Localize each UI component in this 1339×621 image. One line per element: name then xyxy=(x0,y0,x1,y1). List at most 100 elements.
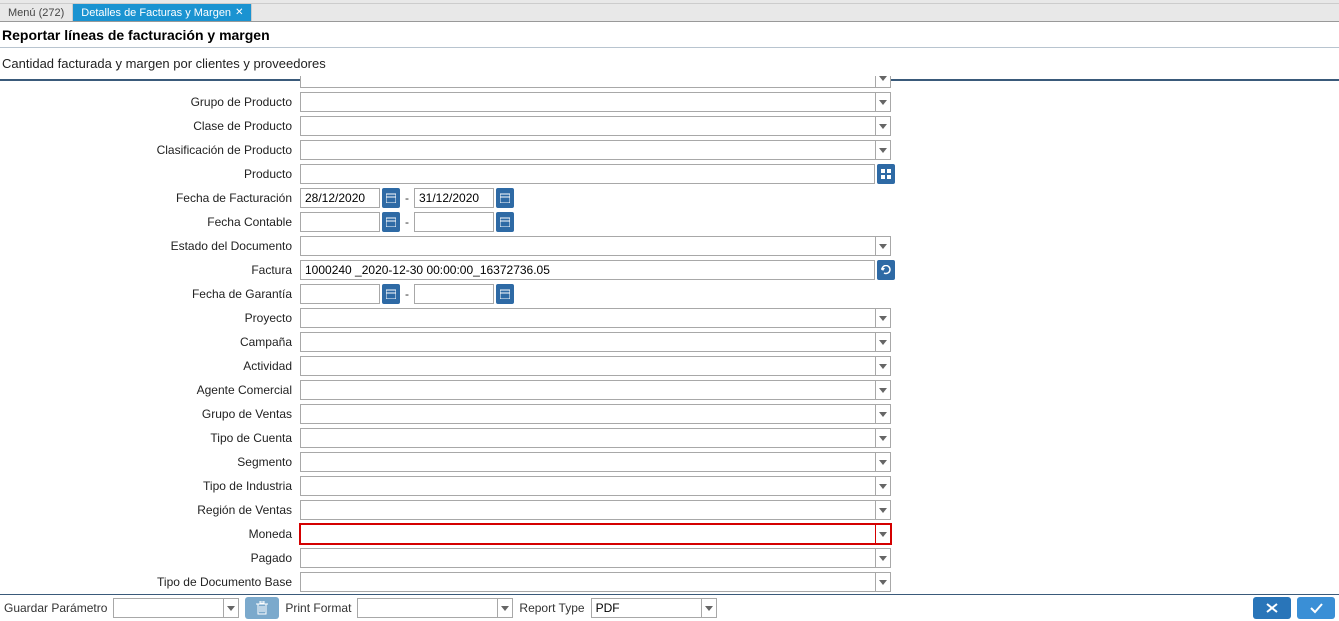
chevron-down-icon[interactable] xyxy=(875,380,891,400)
agente-comercial-input[interactable] xyxy=(300,380,875,400)
estado-documento-label: Estado del Documento xyxy=(0,239,300,253)
campana-input[interactable] xyxy=(300,332,875,352)
grupo-producto-input[interactable] xyxy=(300,92,875,112)
factura-input[interactable] xyxy=(300,260,875,280)
print-format-input[interactable] xyxy=(357,598,497,618)
segmento-input[interactable] xyxy=(300,452,875,472)
fecha-garantia-from[interactable] xyxy=(300,284,380,304)
form-row-actividad: Actividad xyxy=(0,354,1339,378)
date-separator: - xyxy=(402,191,412,205)
clasificacion-producto-input[interactable] xyxy=(300,140,875,160)
tipo-cuenta-label: Tipo de Cuenta xyxy=(0,431,300,445)
fecha-contable-to[interactable] xyxy=(414,212,494,232)
tipo-industria-label: Tipo de Industria xyxy=(0,479,300,493)
form-row-tipo-industria: Tipo de Industria xyxy=(0,474,1339,498)
form-row-clasificacion-producto: Clasificación de Producto xyxy=(0,138,1339,162)
chevron-down-icon[interactable] xyxy=(701,598,717,618)
date-separator: - xyxy=(402,287,412,301)
print-format-label: Print Format xyxy=(285,601,351,615)
chevron-down-icon[interactable] xyxy=(875,356,891,376)
partial-input[interactable] xyxy=(300,76,875,88)
calendar-icon[interactable] xyxy=(496,212,514,232)
bottom-bar: Guardar Parámetro Print Format Report Ty… xyxy=(0,594,1339,621)
agente-comercial-label: Agente Comercial xyxy=(0,383,300,397)
form-row-campana: Campaña xyxy=(0,330,1339,354)
form-row-producto: Producto xyxy=(0,162,1339,186)
form-row-fecha-facturacion: Fecha de Facturación - xyxy=(0,186,1339,210)
actividad-input[interactable] xyxy=(300,356,875,376)
chevron-down-icon[interactable] xyxy=(875,116,891,136)
fecha-facturacion-to[interactable] xyxy=(414,188,494,208)
producto-input[interactable] xyxy=(300,164,875,184)
fecha-contable-from[interactable] xyxy=(300,212,380,232)
form-row-grupo-producto: Grupo de Producto xyxy=(0,90,1339,114)
fecha-garantia-to[interactable] xyxy=(414,284,494,304)
proyecto-input[interactable] xyxy=(300,308,875,328)
form-row-grupo-ventas: Grupo de Ventas xyxy=(0,402,1339,426)
estado-documento-input[interactable] xyxy=(300,236,875,256)
producto-label: Producto xyxy=(0,167,300,181)
chevron-down-icon[interactable] xyxy=(875,236,891,256)
form-row-factura: Factura xyxy=(0,258,1339,282)
form-row-estado-documento: Estado del Documento xyxy=(0,234,1339,258)
form-row-segmento: Segmento xyxy=(0,450,1339,474)
grupo-ventas-label: Grupo de Ventas xyxy=(0,407,300,421)
cancel-button[interactable] xyxy=(1253,597,1291,619)
chevron-down-icon[interactable] xyxy=(875,332,891,352)
calendar-icon[interactable] xyxy=(382,284,400,304)
calendar-icon[interactable] xyxy=(382,212,400,232)
clase-producto-label: Clase de Producto xyxy=(0,119,300,133)
confirm-button[interactable] xyxy=(1297,597,1335,619)
chevron-down-icon[interactable] xyxy=(875,524,891,544)
moneda-input[interactable] xyxy=(300,524,875,544)
region-ventas-input[interactable] xyxy=(300,500,875,520)
calendar-icon[interactable] xyxy=(496,284,514,304)
tab-detalles-facturas[interactable]: Detalles de Facturas y Margen ✕ xyxy=(73,4,252,21)
tab-menu[interactable]: Menú (272) xyxy=(0,4,73,21)
chevron-down-icon[interactable] xyxy=(875,428,891,448)
chevron-down-icon[interactable] xyxy=(875,572,891,592)
calendar-icon[interactable] xyxy=(382,188,400,208)
reset-icon[interactable] xyxy=(877,260,895,280)
chevron-down-icon[interactable] xyxy=(875,76,891,88)
form-row-region-ventas: Región de Ventas xyxy=(0,498,1339,522)
tipo-cuenta-input[interactable] xyxy=(300,428,875,448)
chevron-down-icon[interactable] xyxy=(875,500,891,520)
guardar-parametro-input[interactable] xyxy=(113,598,223,618)
proyecto-label: Proyecto xyxy=(0,311,300,325)
chevron-down-icon[interactable] xyxy=(497,598,513,618)
tipo-documento-base-input[interactable] xyxy=(300,572,875,592)
pagado-input[interactable] xyxy=(300,548,875,568)
close-icon[interactable]: ✕ xyxy=(235,7,243,18)
form-row-pagado: Pagado xyxy=(0,546,1339,570)
chevron-down-icon[interactable] xyxy=(875,92,891,112)
chevron-down-icon[interactable] xyxy=(875,548,891,568)
actividad-label: Actividad xyxy=(0,359,300,373)
grupo-ventas-input[interactable] xyxy=(300,404,875,424)
clasificacion-producto-label: Clasificación de Producto xyxy=(0,143,300,157)
report-type-label: Report Type xyxy=(519,601,584,615)
tipo-industria-input[interactable] xyxy=(300,476,875,496)
tipo-documento-base-label: Tipo de Documento Base xyxy=(0,575,300,589)
report-type-input[interactable] xyxy=(591,598,701,618)
campana-label: Campaña xyxy=(0,335,300,349)
calendar-icon[interactable] xyxy=(496,188,514,208)
trash-icon[interactable] xyxy=(245,597,279,619)
chevron-down-icon[interactable] xyxy=(875,404,891,424)
chevron-down-icon[interactable] xyxy=(875,140,891,160)
chevron-down-icon[interactable] xyxy=(875,452,891,472)
grid-icon[interactable] xyxy=(877,164,895,184)
fecha-facturacion-from[interactable] xyxy=(300,188,380,208)
moneda-label: Moneda xyxy=(0,527,300,541)
fecha-garantia-label: Fecha de Garantía xyxy=(0,287,300,301)
chevron-down-icon[interactable] xyxy=(223,598,239,618)
page-title: Reportar líneas de facturación y margen xyxy=(0,22,1339,48)
form-row-clase-producto: Clase de Producto xyxy=(0,114,1339,138)
chevron-down-icon[interactable] xyxy=(875,308,891,328)
form-row-proyecto: Proyecto xyxy=(0,306,1339,330)
clase-producto-input[interactable] xyxy=(300,116,875,136)
form-scroll-area[interactable]: Grupo de Producto Clase de Producto Clas… xyxy=(0,76,1339,594)
fecha-contable-label: Fecha Contable xyxy=(0,215,300,229)
chevron-down-icon[interactable] xyxy=(875,476,891,496)
factura-label: Factura xyxy=(0,263,300,277)
